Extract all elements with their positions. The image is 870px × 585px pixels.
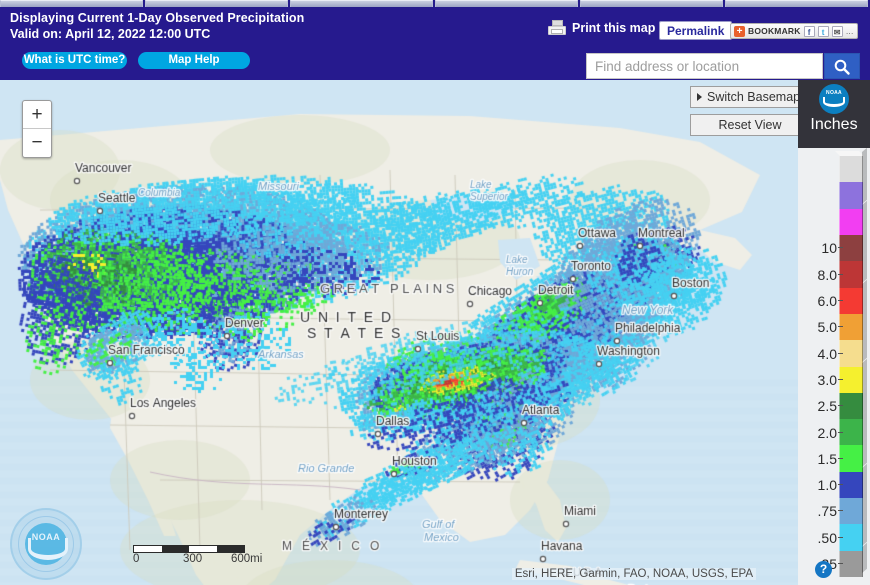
browser-tab[interactable] bbox=[0, 0, 143, 7]
scale-label: 0 bbox=[133, 553, 140, 565]
zoom-out-button[interactable]: − bbox=[23, 129, 51, 157]
legend-tick: 1.0 bbox=[807, 477, 843, 494]
printer-icon bbox=[548, 20, 566, 35]
facebook-icon[interactable]: f bbox=[803, 25, 815, 37]
noaa-bird-icon bbox=[28, 538, 68, 560]
legend-swatch bbox=[835, 151, 864, 183]
scale-bar: 0 300 600mi bbox=[133, 545, 262, 567]
noaa-seal-logo: NOAA bbox=[10, 508, 82, 580]
legend-help-button[interactable]: ? bbox=[815, 561, 832, 578]
legend-tick-label: 4.0 bbox=[817, 345, 837, 362]
scale-bar-labels: 0 300 600mi bbox=[133, 553, 262, 567]
page-header: Displaying Current 1-Day Observed Precip… bbox=[0, 8, 870, 80]
legend-color-ramp bbox=[835, 151, 864, 577]
legend-tick-label: 5.0 bbox=[817, 319, 837, 336]
print-this-map-button[interactable]: Print this map bbox=[548, 20, 655, 35]
reset-view-button[interactable]: Reset View bbox=[690, 114, 810, 136]
valid-time-text: Valid on: April 12, 2022 12:00 UTC bbox=[10, 27, 211, 41]
legend-tick: .50 bbox=[807, 529, 843, 546]
zoom-controls[interactable]: + − bbox=[22, 100, 52, 158]
browser-tab[interactable] bbox=[725, 0, 868, 7]
legend-tick: 1.5 bbox=[807, 450, 843, 467]
precipitation-map-canvas[interactable] bbox=[0, 80, 870, 585]
switch-basemap-label: Switch Basemap bbox=[707, 90, 801, 104]
legend-panel: NOAA Inches 10 8.0 6.0 5.0 4.0 3.0 2.5 2.0 1.5 1.… bbox=[798, 80, 870, 585]
page-title: Displaying Current 1-Day Observed Precip… bbox=[10, 11, 305, 25]
legend-swatch bbox=[839, 182, 863, 209]
legend-tick-label: 2.5 bbox=[817, 398, 837, 415]
legend-swatch bbox=[839, 208, 863, 235]
legend-unit-label: Inches bbox=[810, 116, 858, 133]
legend-tick-label: 6.0 bbox=[817, 292, 837, 309]
zoom-in-button[interactable]: + bbox=[23, 101, 51, 129]
browser-tab[interactable] bbox=[145, 0, 288, 7]
permalink-button[interactable]: Permalink bbox=[659, 21, 733, 40]
more-share-icon[interactable]: … bbox=[846, 27, 854, 36]
legend-tick-label: 10 bbox=[821, 240, 837, 257]
search-button[interactable] bbox=[824, 53, 860, 79]
browser-tab[interactable] bbox=[290, 0, 433, 7]
precipitation-map-page: Displaying Current 1-Day Observed Precip… bbox=[0, 0, 870, 585]
map-help-button[interactable]: Map Help bbox=[138, 52, 250, 69]
legend-tick-label: 1.0 bbox=[817, 477, 837, 494]
legend-header: NOAA Inches bbox=[798, 80, 870, 148]
legend-tick: .75 bbox=[807, 503, 843, 520]
bookmark-widget[interactable]: + BOOKMARK f t ✉ … bbox=[730, 23, 858, 39]
legend-tick: 8.0 bbox=[807, 266, 843, 283]
legend-tick-label: 2.0 bbox=[817, 424, 837, 441]
map-viewport[interactable]: + − Switch Basemap Reset View 0 300 600mi … bbox=[0, 80, 870, 585]
print-label: Print this map bbox=[572, 20, 656, 35]
legend-body: 108.06.05.04.03.02.52.01.51.0.75.50.25.1… bbox=[798, 148, 870, 585]
search-input[interactable] bbox=[586, 53, 823, 79]
legend-tick: 10 bbox=[807, 240, 843, 257]
switch-basemap-button[interactable]: Switch Basemap bbox=[690, 86, 810, 108]
search-icon bbox=[834, 59, 850, 75]
legend-tick: 6.0 bbox=[807, 292, 843, 309]
legend-tick: 2.5 bbox=[807, 398, 843, 415]
legend-tick: 2.0 bbox=[807, 424, 843, 441]
legend-tick: 5.0 bbox=[807, 319, 843, 336]
legend-tick-label: 3.0 bbox=[817, 371, 837, 388]
legend-tick-label: 1.5 bbox=[817, 450, 837, 467]
what-is-utc-button[interactable]: What is UTC time? bbox=[22, 52, 127, 69]
scale-bar-graphic bbox=[133, 545, 245, 553]
chevron-right-icon bbox=[697, 93, 702, 101]
legend-tick-label: .75 bbox=[817, 503, 837, 520]
browser-tab-strip[interactable] bbox=[0, 0, 870, 8]
bookmark-plus-icon: + bbox=[734, 25, 745, 37]
legend-tick: 3.0 bbox=[807, 371, 843, 388]
browser-tab[interactable] bbox=[435, 0, 578, 7]
scale-label: 300 bbox=[183, 553, 203, 565]
bookmark-label: BOOKMARK bbox=[748, 26, 801, 36]
email-icon[interactable]: ✉ bbox=[831, 25, 843, 37]
legend-tick-label: .50 bbox=[817, 529, 837, 546]
noaa-logo-icon: NOAA bbox=[819, 84, 849, 114]
legend-tick: 4.0 bbox=[807, 345, 843, 362]
scale-label: 600mi bbox=[231, 553, 263, 565]
legend-tick-label: 8.0 bbox=[817, 266, 837, 283]
map-attribution: Esri, HERE, Garmin, FAO, NOAA, USGS, EPA bbox=[511, 568, 756, 580]
twitter-icon[interactable]: t bbox=[817, 25, 829, 37]
browser-tab[interactable] bbox=[580, 0, 723, 7]
